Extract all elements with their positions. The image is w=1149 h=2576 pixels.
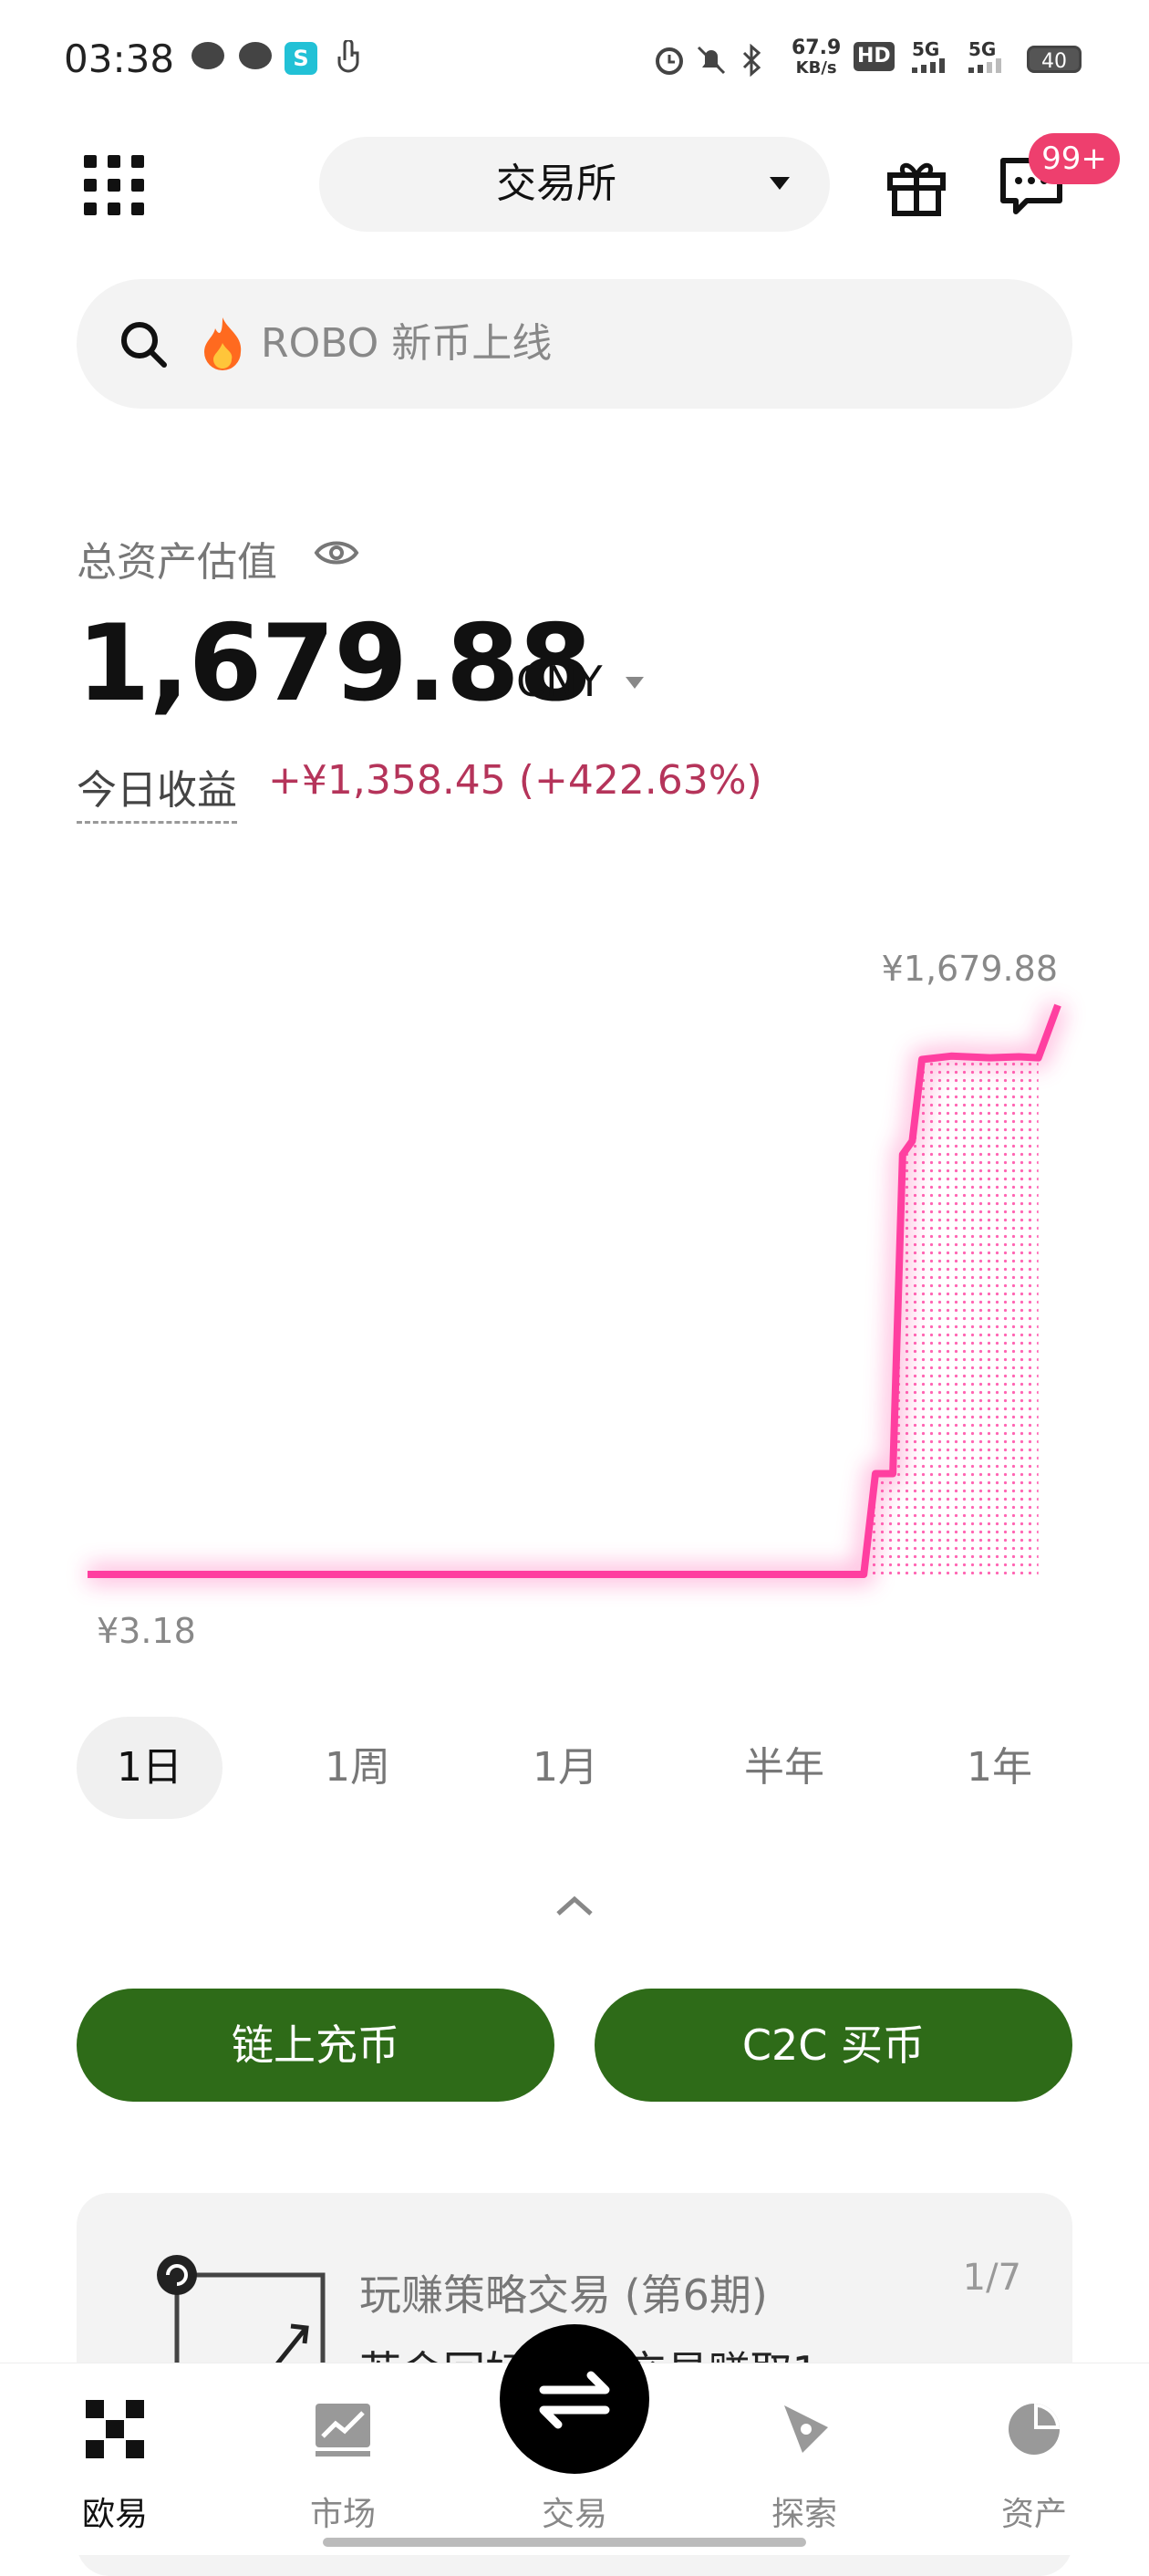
search-icon xyxy=(117,317,171,376)
nav-explore-label: 探索 xyxy=(771,2496,837,2533)
hd-badge: HD xyxy=(854,42,895,71)
total-assets-label: 总资产估值 xyxy=(77,539,277,586)
total-assets-value: 1,679.88 xyxy=(77,602,592,725)
signal-icon-2: 5G xyxy=(968,40,1009,77)
exchange-mode-label: 交易所 xyxy=(496,161,616,207)
period-tab-6m[interactable]: 半年 xyxy=(711,1717,857,1819)
bluetooth-icon xyxy=(739,43,766,80)
search-placeholder: ROBO 新币上线 xyxy=(261,320,553,367)
message-notification-icon xyxy=(192,42,224,69)
period-tab-1y[interactable]: 1年 xyxy=(926,1717,1072,1819)
period-tab-1d[interactable]: 1日 xyxy=(77,1717,223,1819)
chevron-up-icon[interactable] xyxy=(554,1894,595,1921)
nav-explore[interactable]: 探索 xyxy=(713,2363,895,2555)
chart-min-label: ¥3.18 xyxy=(97,1611,196,1651)
currency-selector[interactable]: CNY xyxy=(516,657,603,706)
network-speed: 67.9 KB/s xyxy=(792,36,842,78)
swap-arrows-icon xyxy=(539,2371,610,2429)
home-indicator[interactable] xyxy=(323,2538,806,2547)
search-bar[interactable]: ROBO 新币上线 xyxy=(77,279,1072,409)
period-tab-1m[interactable]: 1月 xyxy=(492,1717,638,1819)
nav-market-label: 市场 xyxy=(309,2496,376,2533)
signal-icon: 5G xyxy=(912,40,952,77)
promo-title: 玩赚策略交易 (第6期) xyxy=(359,2270,768,2320)
mute-icon xyxy=(695,44,728,80)
market-chart-icon xyxy=(314,2400,372,2462)
fire-icon xyxy=(197,316,248,376)
promo-pager: 1/7 xyxy=(962,2257,1021,2299)
status-time: 03:38 xyxy=(64,36,175,81)
chevron-down-icon xyxy=(770,177,790,190)
message-count-badge: 99+ xyxy=(1029,133,1120,184)
nav-market[interactable]: 市场 xyxy=(252,2363,434,2555)
app-notification-icon: S xyxy=(285,42,317,75)
battery-icon: 40 xyxy=(1027,46,1082,73)
nav-assets-label: 资产 xyxy=(1000,2496,1067,2533)
today-pnl-value: +¥1,358.45 (+422.63%) xyxy=(268,757,762,804)
exchange-mode-selector[interactable]: 交易所 xyxy=(319,137,830,232)
alarm-icon xyxy=(653,44,686,80)
apps-menu-icon[interactable] xyxy=(84,155,144,215)
okx-logo-icon xyxy=(86,2400,144,2462)
period-tab-1w[interactable]: 1周 xyxy=(285,1717,430,1819)
c2c-buy-button[interactable]: C2C 买币 xyxy=(595,1989,1072,2102)
nav-trade-label: 交易 xyxy=(541,2496,607,2533)
asset-chart xyxy=(88,1002,1068,1584)
compass-icon xyxy=(775,2400,833,2462)
chat-notification-icon xyxy=(239,42,272,69)
nav-home-label: 欧易 xyxy=(81,2496,148,2533)
nav-home[interactable]: 欧易 xyxy=(24,2363,206,2555)
trade-button[interactable] xyxy=(500,2324,649,2474)
eye-icon[interactable] xyxy=(314,536,359,573)
touch-icon xyxy=(334,38,365,80)
chevron-down-icon xyxy=(626,677,644,689)
today-pnl-label[interactable]: 今日收益 xyxy=(77,757,237,824)
pie-chart-icon xyxy=(1005,2400,1063,2462)
chart-max-label: ¥1,679.88 xyxy=(881,949,1058,989)
gift-icon[interactable] xyxy=(885,153,948,221)
nav-assets[interactable]: 资产 xyxy=(943,2363,1125,2555)
onchain-deposit-button[interactable]: 链上充币 xyxy=(77,1989,554,2102)
